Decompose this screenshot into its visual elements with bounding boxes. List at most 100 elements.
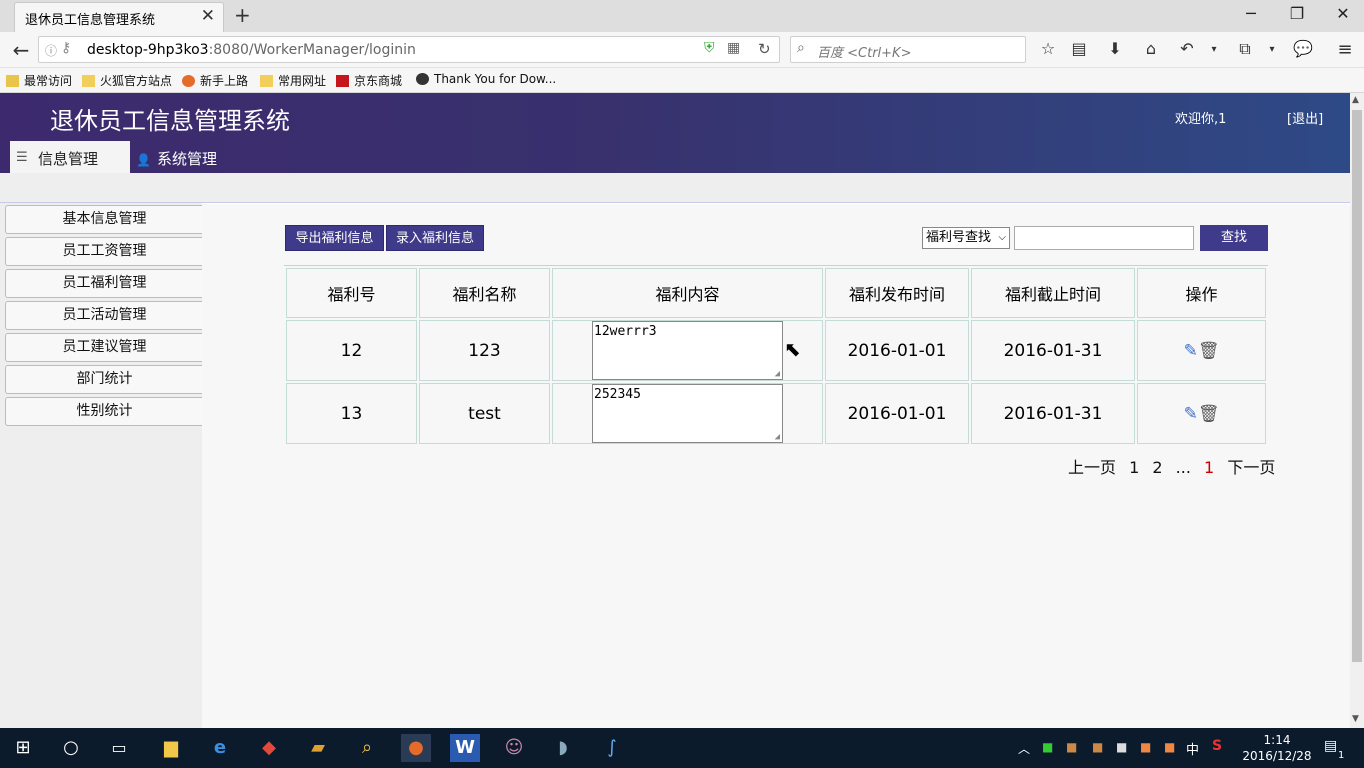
tray-icon[interactable]: ■ (1116, 740, 1127, 754)
find-button[interactable]: 查找 (1200, 225, 1268, 251)
bookmark-item[interactable]: 最常访问 (6, 72, 72, 89)
app-icon[interactable]: ◆ (254, 734, 284, 762)
mouse-cursor-icon: ⬉ (784, 337, 801, 361)
minimize-icon[interactable]: ─ (1236, 4, 1266, 23)
search-bar[interactable]: ⌕ 百度 <Ctrl+K> (790, 36, 1026, 63)
home-icon[interactable]: ⌂ (1139, 39, 1163, 58)
scroll-down-icon[interactable]: ▼ (1352, 714, 1359, 724)
next-page-link[interactable]: 下一页 (1227, 458, 1275, 477)
delete-icon[interactable]: 🗑 (1198, 404, 1220, 424)
user-icon: 👤 (136, 153, 151, 167)
logout-link[interactable]: [退出] (1287, 108, 1323, 127)
cell-name: test (419, 383, 550, 444)
add-welfare-button[interactable]: 录入福利信息 (386, 225, 484, 251)
sidebar-item-welfare[interactable]: 员工福利管理 (5, 269, 203, 298)
info-icon[interactable]: ⓘ (45, 42, 57, 59)
bookmark-item[interactable]: 火狐官方站点 (82, 72, 172, 89)
tab-system-management[interactable]: 👤 系统管理 (136, 148, 217, 169)
chevron-down-icon[interactable]: ▾ (1202, 44, 1226, 55)
sidebar-item-dept-stats[interactable]: 部门统计 (5, 365, 203, 394)
tray-icon[interactable]: ■ (1092, 740, 1103, 754)
file-explorer-icon[interactable]: ▆ (156, 734, 186, 762)
search-placeholder: 百度 <Ctrl+K> (817, 46, 912, 61)
bookmark-item[interactable]: 京东商城 (336, 72, 402, 89)
resize-grip-icon[interactable]: ◢ (775, 432, 780, 442)
search-input[interactable] (1014, 226, 1194, 250)
sidebar-item-activity[interactable]: 员工活动管理 (5, 301, 203, 330)
search-app-icon[interactable]: ⌕ (352, 734, 382, 762)
content-textarea[interactable]: 252345 ◢ (592, 384, 783, 443)
close-icon[interactable]: ✕ (1328, 4, 1358, 23)
avatar-app-icon[interactable]: ☺ (499, 734, 529, 762)
export-welfare-button[interactable]: 导出福利信息 (285, 225, 384, 251)
undo-icon[interactable]: ↶ (1175, 39, 1199, 58)
cell-content: 12werrr3 ◢ (552, 320, 823, 381)
tray-icon[interactable]: ■ (1066, 740, 1077, 754)
delete-icon[interactable]: 🗑 (1198, 341, 1220, 361)
tray-icon[interactable]: ■ (1164, 740, 1175, 754)
chevron-down-icon: ⌵ (998, 232, 1006, 243)
reading-list-icon[interactable]: ▤ (1067, 39, 1091, 58)
shield-icon[interactable]: ⛨ (704, 40, 715, 56)
browser-tab[interactable]: 退休员工信息管理系统 ✕ (14, 2, 224, 32)
sidebar-item-suggestion[interactable]: 员工建议管理 (5, 333, 203, 362)
restore-icon[interactable]: ❐ (1282, 4, 1312, 23)
sub-header-band (0, 173, 1350, 203)
bookmark-item[interactable]: 新手上路 (182, 72, 248, 89)
new-tab-icon[interactable]: + (234, 3, 251, 27)
current-page: 1 (1204, 458, 1215, 477)
search-type-select[interactable]: 福利号查找 ⌵ (922, 227, 1010, 249)
bookmark-item[interactable]: 常用网址 (260, 72, 326, 89)
sogou-icon[interactable]: S (1212, 738, 1222, 754)
firefox-icon (182, 75, 195, 87)
back-icon[interactable]: ← (9, 38, 33, 62)
edge-icon[interactable]: e (205, 734, 235, 762)
bookmarks-icon (6, 75, 19, 87)
cell-actions: ✎🗑 (1137, 320, 1266, 381)
url-bar[interactable]: ⓘ ⚷ desktop-9hp3ko3:8080/WorkerManager/l… (38, 36, 780, 63)
menu-icon[interactable]: ≡ (1333, 39, 1357, 60)
content-textarea[interactable]: 12werrr3 ◢ (592, 321, 783, 380)
tab-info-management[interactable]: ☰ 信息管理 (10, 141, 130, 173)
tab-title: 退休员工信息管理系统 (25, 13, 156, 28)
column-header: 福利名称 (419, 268, 550, 318)
resize-grip-icon[interactable]: ◢ (775, 369, 780, 379)
crop-icon[interactable]: ⧉ (1233, 39, 1257, 59)
word-icon[interactable]: W (450, 734, 480, 762)
cortana-icon[interactable]: ○ (56, 734, 86, 762)
sidebar-item-gender-stats[interactable]: 性别统计 (5, 397, 203, 426)
reload-icon[interactable]: ↻ (758, 40, 771, 58)
chevron-down-icon[interactable]: ▾ (1260, 44, 1284, 55)
mysql-icon[interactable]: ◗ (548, 734, 578, 762)
chat-icon[interactable]: 💬 (1291, 39, 1315, 58)
tab-close-icon[interactable]: ✕ (201, 6, 215, 26)
task-view-icon[interactable]: ▭ (104, 734, 134, 762)
tray-icon[interactable]: ■ (1042, 740, 1053, 754)
clock[interactable]: 1:14 2016/12/28 (1242, 732, 1312, 764)
ide-icon[interactable]: ∫ (597, 734, 627, 762)
edit-icon[interactable]: ✎ (1184, 341, 1198, 361)
cell-deadline: 2016-01-31 (971, 383, 1135, 444)
tray-icon[interactable]: ■ (1140, 740, 1151, 754)
chevron-up-icon[interactable]: ︿ (1018, 740, 1030, 757)
welfare-table: 福利号 福利名称 福利内容 福利发布时间 福利截止时间 操作 12 123 12… (284, 265, 1268, 446)
prev-page-link[interactable]: 上一页 (1068, 458, 1116, 477)
ime-indicator[interactable]: 中 (1186, 739, 1199, 758)
download-icon[interactable]: ⬇ (1103, 39, 1127, 58)
scrollbar-thumb[interactable] (1352, 110, 1362, 662)
bookmark-item[interactable]: Thank You for Dow... (416, 72, 556, 86)
notification-icon[interactable]: ▤ (1324, 738, 1337, 754)
edit-icon[interactable]: ✎ (1184, 404, 1198, 424)
book-icon[interactable]: ▰ (303, 734, 333, 762)
firefox-icon[interactable]: ● (401, 734, 431, 762)
page-link-2[interactable]: 2 (1152, 458, 1162, 477)
start-icon[interactable]: ⊞ (8, 734, 38, 762)
scroll-up-icon[interactable]: ▲ (1352, 95, 1359, 105)
sidebar-item-basic-info[interactable]: 基本信息管理 (5, 205, 203, 234)
cell-content: 252345 ◢ (552, 383, 823, 444)
column-header: 福利截止时间 (971, 268, 1135, 318)
star-icon[interactable]: ☆ (1036, 39, 1060, 58)
qrcode-icon[interactable]: ▦ (727, 40, 740, 56)
sidebar-item-salary[interactable]: 员工工资管理 (5, 237, 203, 266)
page-link-1[interactable]: 1 (1129, 458, 1139, 477)
